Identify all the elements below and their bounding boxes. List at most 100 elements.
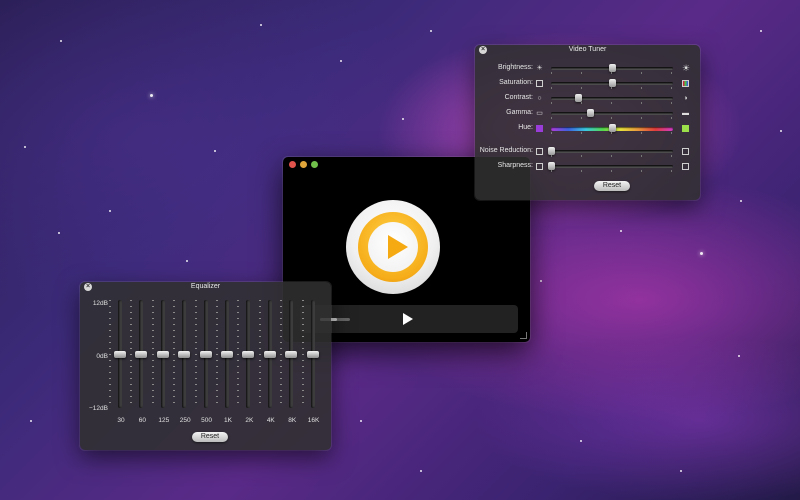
tuner-row-label: Saturation: [499, 79, 533, 86]
play-button-ring [358, 212, 428, 282]
eq-band-ticks [258, 300, 261, 408]
tuner-row-label: Brightness: [497, 64, 533, 71]
sharpness-high-icon [682, 163, 689, 170]
equalizer-reset-button[interactable]: Reset [192, 432, 228, 442]
tuner-slider-ticks [551, 132, 673, 134]
eq-band-label: 16K [307, 417, 320, 424]
close-window-button[interactable] [289, 161, 296, 168]
tuner-slider-ticks [551, 87, 673, 89]
hue-green-icon [682, 125, 689, 132]
tuner-slider-track[interactable] [551, 109, 673, 117]
scale-top-label: 12dB [92, 300, 108, 307]
sun-small-icon: ☀ [536, 65, 543, 72]
tuner-slider-knob[interactable] [587, 109, 595, 117]
tuner-slider-knob[interactable] [548, 162, 555, 170]
eq-band: 4K [258, 298, 281, 430]
tuner-slider-track[interactable] [551, 79, 673, 87]
scale-bottom-label: −12dB [89, 405, 108, 412]
controls-play-icon[interactable] [403, 313, 413, 325]
equalizer-title: Equalizer [190, 283, 221, 290]
tuner-row-label: Contrast: [504, 94, 533, 101]
video-tuner-panel: × Video Tuner Brightness: ☀ ☀ Saturation: Co… [475, 45, 700, 200]
eq-slider-knob[interactable] [263, 351, 276, 358]
tuner-slider-track[interactable] [548, 162, 673, 170]
eq-band: 30 [109, 298, 131, 430]
tuner-slider-ticks [551, 155, 673, 157]
resize-grip-icon[interactable] [520, 332, 527, 339]
zoom-window-button[interactable] [311, 161, 318, 168]
eq-band: 8K [280, 298, 302, 430]
tuner-slider-ticks [551, 117, 673, 119]
tuner-slider-track[interactable] [548, 147, 673, 155]
eq-band: 500 [194, 298, 217, 430]
tuner-row: Sharpness: [475, 161, 700, 175]
big-play-button[interactable] [346, 200, 440, 294]
eq-band-ticks [280, 300, 283, 408]
tuner-row: Saturation: [475, 78, 700, 92]
tuner-title: Video Tuner [568, 46, 607, 53]
equalizer-panel: × Equalizer 12dB 0dB −12dB 30 60 125 250 500… [80, 282, 331, 450]
contrast-low-icon: ○ [537, 95, 542, 102]
eq-band: 60 [130, 298, 152, 430]
play-icon [388, 235, 408, 259]
play-button-center [368, 222, 418, 272]
tuner-row: Brightness: ☀ ☀ [475, 63, 700, 77]
eq-slider-knob[interactable] [221, 351, 233, 358]
noise-low-icon [536, 148, 543, 155]
tuner-reset-button[interactable]: Reset [594, 181, 630, 191]
tuner-row: Contrast: ○ ◑ [475, 93, 700, 107]
tuner-row: Noise Reduction: [475, 146, 700, 160]
eq-slider-knob[interactable] [199, 351, 212, 358]
eq-slider-knob[interactable] [156, 351, 169, 358]
tuner-slider-knob[interactable] [609, 124, 616, 132]
eq-slider-knob[interactable] [135, 351, 148, 358]
scale-mid-label: 0dB [96, 353, 108, 360]
saturation-gray-icon [536, 80, 543, 87]
tuner-slider-track[interactable] [551, 124, 673, 132]
eq-band-ticks [173, 300, 176, 408]
eq-band-ticks [151, 300, 154, 408]
eq-band: 125 [151, 298, 174, 430]
eq-band-ticks [109, 300, 111, 408]
eq-slider-knob[interactable] [178, 351, 191, 358]
eq-band-ticks [237, 300, 240, 408]
eq-slider-knob[interactable] [242, 351, 255, 358]
tuner-row-label: Hue: [518, 124, 533, 131]
tuner-slider-knob[interactable] [548, 147, 555, 155]
eq-band-ticks [216, 300, 218, 408]
tuner-slider-knob[interactable] [609, 64, 616, 72]
eq-band: 1K [216, 298, 238, 430]
tuner-row-label: Gamma: [506, 109, 533, 116]
eq-band: 2K [237, 298, 259, 430]
hue-purple-icon [536, 125, 543, 132]
tuner-slider-knob[interactable] [574, 94, 582, 102]
tuner-slider-knob[interactable] [609, 79, 616, 87]
sun-large-icon: ☀ [682, 63, 691, 73]
tuner-row: Gamma: ▭ ▬ [475, 108, 700, 122]
eq-slider-knob[interactable] [114, 351, 126, 358]
tuner-slider-ticks [551, 72, 673, 74]
noise-high-icon [682, 148, 689, 155]
tuner-row-label: Noise Reduction: [479, 147, 533, 154]
minimize-window-button[interactable] [300, 161, 307, 168]
tuner-row-label: Sharpness: [497, 162, 533, 169]
sharpness-low-icon [536, 163, 543, 170]
window-controls [289, 161, 318, 168]
tuner-slider-track[interactable] [551, 64, 673, 72]
eq-band: 16K [301, 298, 324, 430]
eq-band-ticks [301, 300, 304, 408]
gamma-high-icon: ▬ [682, 110, 689, 117]
eq-band-ticks [194, 300, 197, 408]
tuner-slider-ticks [551, 102, 673, 104]
tuner-row: Hue: [475, 123, 700, 137]
eq-slider-knob[interactable] [285, 351, 298, 358]
eq-slider-knob[interactable] [306, 351, 319, 358]
playback-controls-bar [300, 305, 518, 333]
eq-band: 250 [173, 298, 195, 430]
gamma-low-icon: ▭ [536, 110, 543, 117]
eq-band-ticks [130, 300, 133, 408]
tuner-slider-ticks [551, 170, 673, 172]
contrast-high-icon: ◑ [683, 95, 688, 102]
saturation-color-icon [682, 80, 689, 87]
tuner-slider-track[interactable] [551, 94, 673, 102]
